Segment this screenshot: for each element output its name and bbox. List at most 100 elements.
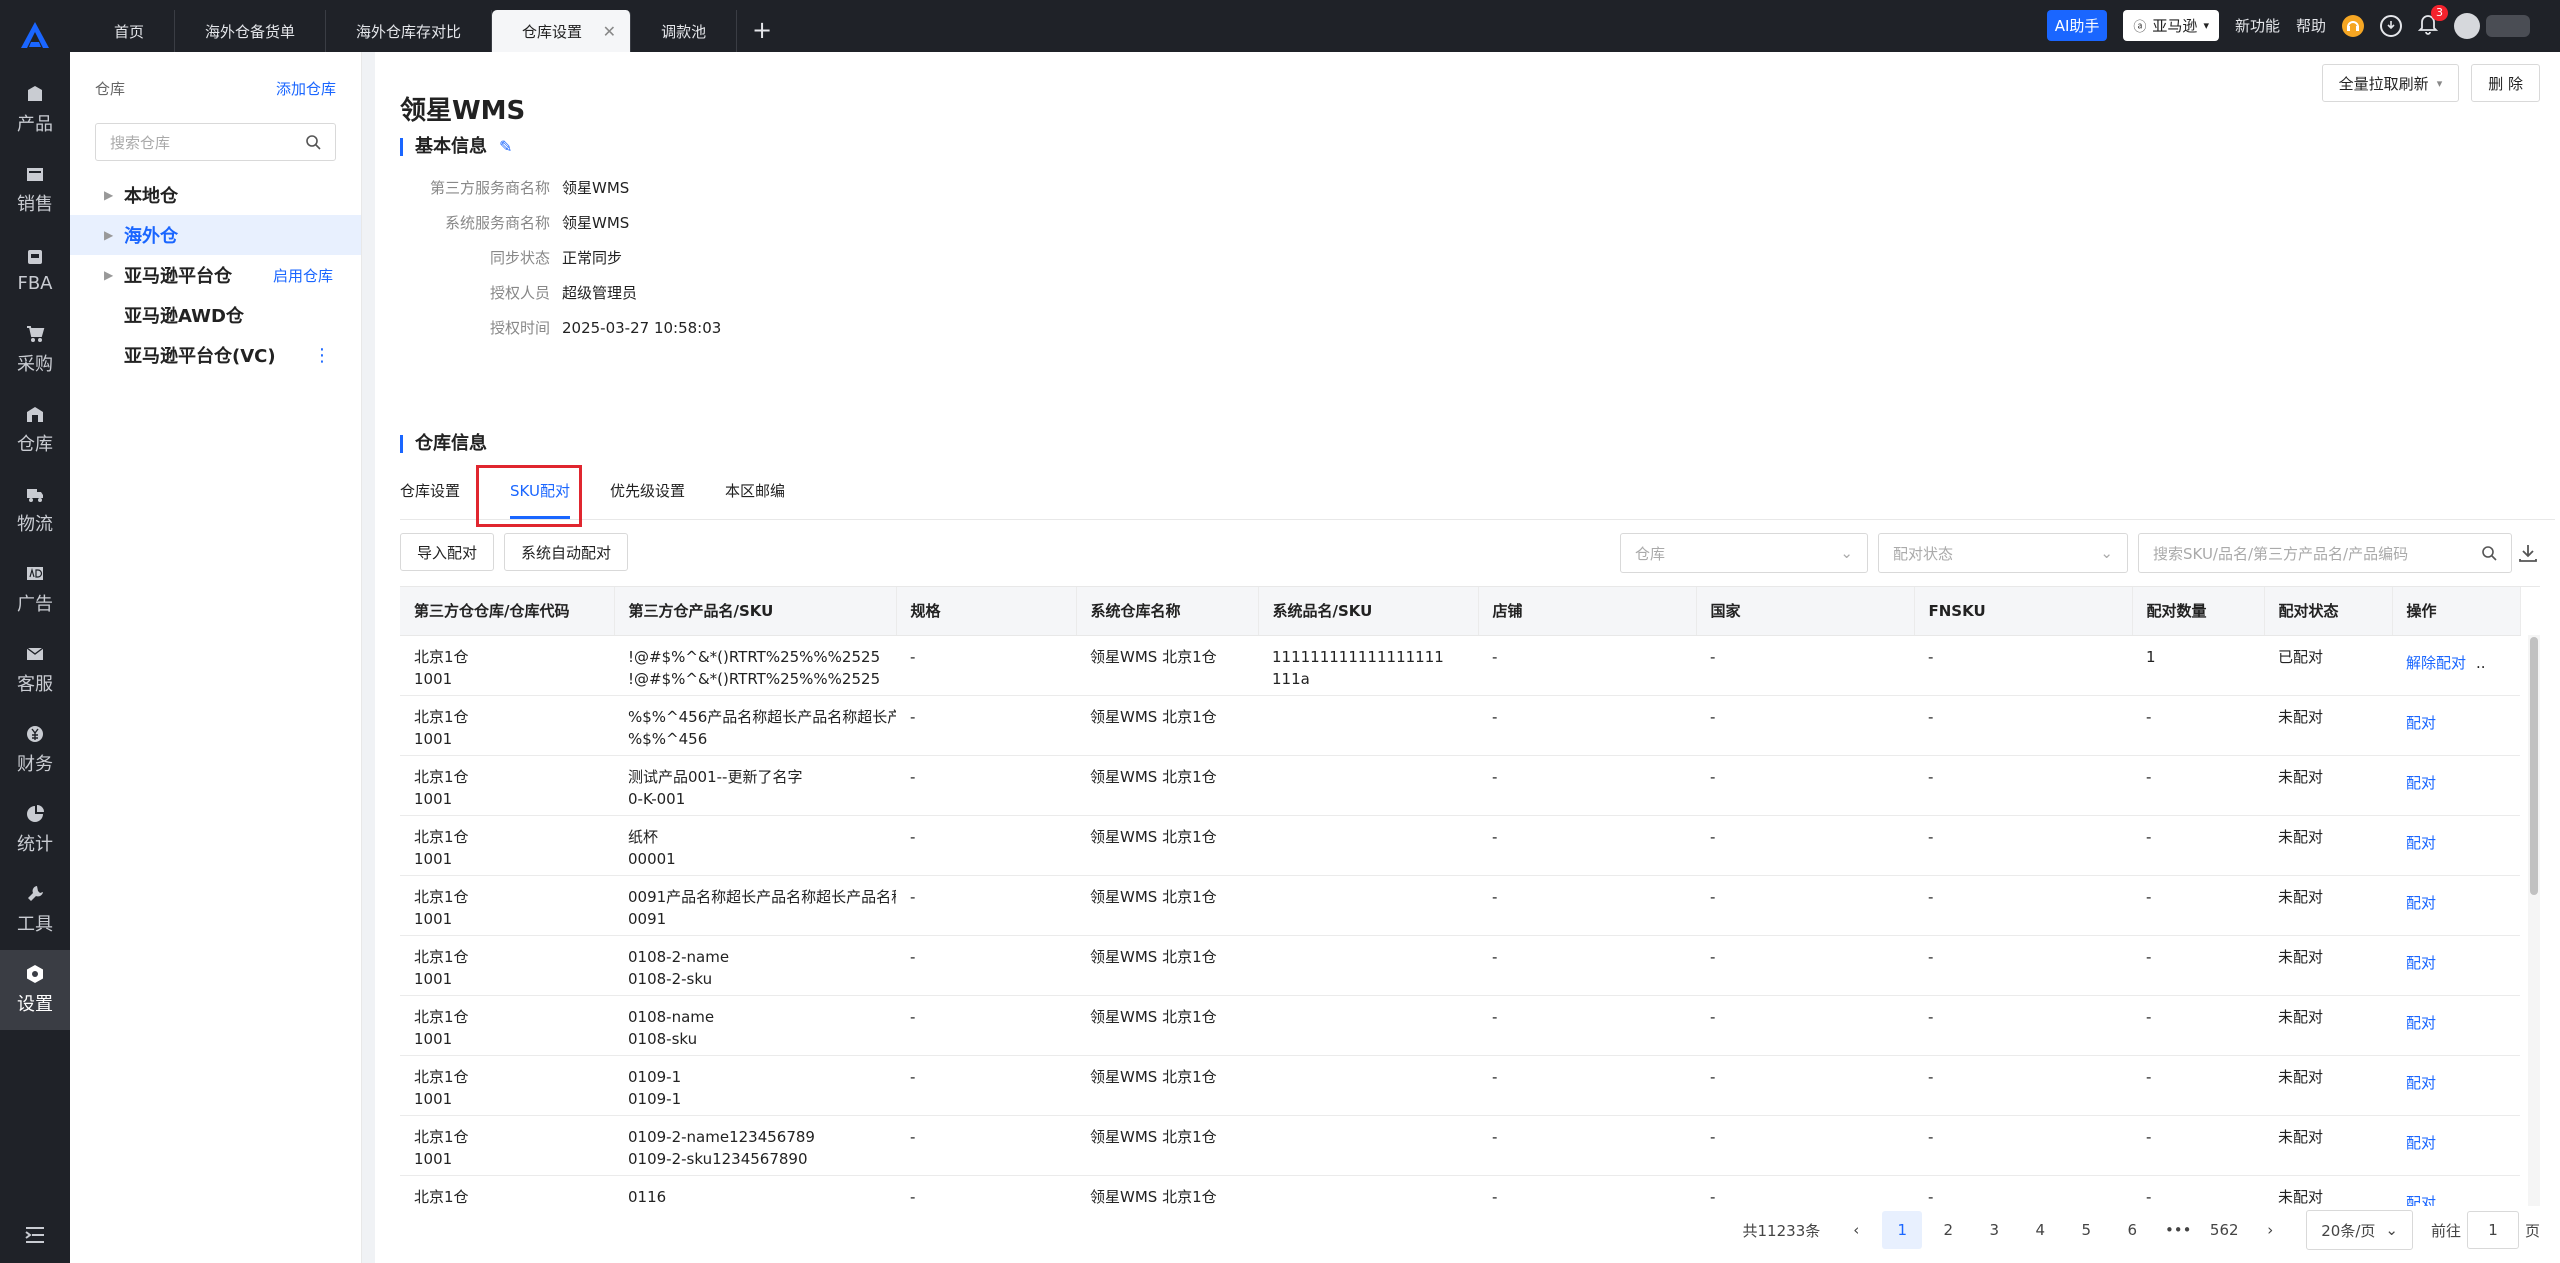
warehouse-filter-select[interactable]: 仓库 ⌄ bbox=[1620, 533, 1868, 573]
full-refresh-button[interactable]: 全量拉取刷新 ▾ bbox=[2321, 64, 2460, 102]
store-selector[interactable]: ⓐ 亚马逊 ▾ bbox=[2123, 10, 2219, 41]
tab-0[interactable]: 首页 bbox=[84, 10, 176, 52]
subtab-0[interactable]: 仓库设置 bbox=[400, 462, 460, 519]
app-logo[interactable] bbox=[0, 0, 70, 70]
pair-link[interactable]: 配对 bbox=[2406, 712, 2436, 734]
nav-item-truck[interactable]: 物流 bbox=[0, 470, 70, 550]
column-header[interactable]: 第三方仓仓库/仓库代码 bbox=[400, 587, 615, 636]
goto-page-input[interactable]: 1 bbox=[2466, 1211, 2519, 1249]
export-download-icon[interactable] bbox=[2516, 541, 2540, 565]
nav-item-tool[interactable]: 工具 bbox=[0, 870, 70, 950]
nav-item-sales[interactable]: 销售 bbox=[0, 150, 70, 230]
pair-link[interactable]: 配对 bbox=[2406, 1012, 2436, 1034]
page-button[interactable]: 5 bbox=[2066, 1211, 2106, 1249]
column-header[interactable]: 国家 bbox=[1696, 587, 1915, 636]
customer-service-icon[interactable] bbox=[2342, 14, 2364, 37]
pair-link[interactable]: 配对 bbox=[2406, 892, 2436, 914]
pair-link[interactable]: 配对 bbox=[2406, 952, 2436, 974]
next-page-button[interactable]: › bbox=[2250, 1211, 2290, 1249]
nav-item-warehouse[interactable]: 仓库 bbox=[0, 390, 70, 470]
table-row[interactable]: 北京1仓 1001 0091产品名称超长产品名称超长产品名称 0091 - 领星WMS 北… bbox=[400, 875, 2520, 936]
tab-1[interactable]: 海外仓备货单 bbox=[175, 10, 327, 52]
caret-right-icon[interactable]: ▶ bbox=[104, 228, 124, 242]
tab-3[interactable]: 仓库设置 ✕ bbox=[492, 10, 632, 52]
page-size-select[interactable]: 20条/页 ⌄ bbox=[2306, 1210, 2413, 1250]
status-filter-select[interactable]: 配对状态 ⌄ bbox=[1878, 533, 2128, 573]
help-link[interactable]: 帮助 bbox=[2296, 15, 2326, 36]
pair-link[interactable]: 配对 bbox=[2406, 1072, 2436, 1094]
caret-right-icon[interactable]: ▶ bbox=[104, 188, 124, 202]
table-row[interactable]: 北京1仓 1001 %$%^456产品名称超长产品名称超长产 %$%^456 - 领星WM… bbox=[400, 695, 2520, 756]
tree-item-1[interactable]: ▶ 海外仓 bbox=[70, 215, 361, 255]
tree-item-4[interactable]: 亚马逊平台仓(VC) ⋮ bbox=[70, 335, 361, 375]
nav-item-finance[interactable]: 财务 bbox=[0, 710, 70, 790]
table-row[interactable]: 北京1仓 1001 0108-name 0108-sku - 领星WMS 北京1仓 - - - -… bbox=[400, 995, 2520, 1056]
more-pages-ellipsis[interactable]: ••• bbox=[2158, 1211, 2198, 1249]
auto-pairing-button[interactable]: 系统自动配对 bbox=[504, 533, 629, 571]
add-tab-button[interactable]: + bbox=[737, 10, 787, 52]
column-header[interactable]: 系统仓库名称 bbox=[1076, 587, 1259, 636]
table-row[interactable]: 北京1仓 0116 - 领星WMS 北京1仓 - - - - 未配对 配对 bbox=[400, 1175, 2520, 1206]
prev-page-button[interactable]: ‹ bbox=[1836, 1211, 1876, 1249]
delete-button[interactable]: 删 除 bbox=[2471, 64, 2540, 102]
nav-item-ad[interactable]: 广告 bbox=[0, 550, 70, 630]
tab-2[interactable]: 海外仓库存对比 bbox=[326, 10, 493, 52]
pair-link[interactable]: 配对 bbox=[2406, 1192, 2436, 1207]
more-vertical-icon[interactable]: ⋮ bbox=[313, 345, 331, 366]
nav-item-mail[interactable]: 客服 bbox=[0, 630, 70, 710]
table-row[interactable]: 北京1仓 1001 !@#$%^&*()RTRT%25%%%2525 !@#$%^&*… bbox=[400, 635, 2520, 696]
import-pairing-button[interactable]: 导入配对 bbox=[400, 533, 495, 571]
warehouse-search-input[interactable]: 搜索仓库 bbox=[95, 123, 336, 161]
new-feature-link[interactable]: 新功能 bbox=[2235, 15, 2280, 36]
page-button[interactable]: 3 bbox=[1974, 1211, 2014, 1249]
tab-4[interactable]: 调款池 bbox=[631, 10, 738, 52]
notification-bell-icon[interactable]: 3 bbox=[2417, 4, 2448, 39]
more-actions[interactable]: .. bbox=[2476, 654, 2486, 672]
download-center-icon[interactable] bbox=[2380, 14, 2402, 37]
ai-assistant-button[interactable]: AI助手 bbox=[2046, 10, 2108, 41]
table-row[interactable]: 北京1仓 1001 测试产品001--更新了名字 0-K-001 - 领星WMS 北京1仓… bbox=[400, 755, 2520, 816]
column-header[interactable]: 第三方仓产品名/SKU bbox=[614, 587, 897, 636]
tree-item-0[interactable]: ▶ 本地仓 bbox=[70, 175, 361, 215]
column-header[interactable]: FNSKU bbox=[1914, 587, 2133, 636]
subtab-3[interactable]: 本区邮编 bbox=[725, 462, 785, 519]
column-header[interactable]: 店铺 bbox=[1478, 587, 1697, 636]
edit-pencil-icon[interactable]: ✎ bbox=[499, 138, 512, 156]
column-header[interactable]: 操作 bbox=[2392, 587, 2521, 636]
column-header[interactable]: 配对数量 bbox=[2132, 587, 2265, 636]
table-scrollbar[interactable] bbox=[2528, 635, 2540, 1206]
column-header[interactable]: 配对状态 bbox=[2264, 587, 2393, 636]
subtab-2[interactable]: 优先级设置 bbox=[610, 462, 685, 519]
table-row[interactable]: 北京1仓 1001 纸杯 00001 - 领星WMS 北京1仓 - - - - 未配对 配对 bbox=[400, 815, 2520, 876]
nav-item-pie-chart[interactable]: 统计 bbox=[0, 790, 70, 870]
table-search-input[interactable]: 搜索SKU/品名/第三方产品名/产品编码 bbox=[2138, 533, 2512, 573]
nav-item-settings[interactable]: 设置 bbox=[0, 950, 70, 1030]
caret-right-icon[interactable]: ▶ bbox=[104, 268, 124, 282]
page-button[interactable]: 2 bbox=[1928, 1211, 1968, 1249]
page-button[interactable]: 4 bbox=[2020, 1211, 2060, 1249]
table-row[interactable]: 北京1仓 1001 0108-2-name 0108-2-sku - 领星WMS 北京1仓… bbox=[400, 935, 2520, 996]
tree-item-2[interactable]: ▶ 亚马逊平台仓 启用仓库 bbox=[70, 255, 361, 295]
nav-item-cart[interactable]: 采购 bbox=[0, 310, 70, 390]
column-header[interactable]: 规格 bbox=[896, 587, 1077, 636]
page-button[interactable]: 6 bbox=[2112, 1211, 2152, 1249]
page-size-label: 20条/页 bbox=[2321, 1221, 2376, 1240]
enable-warehouse-link[interactable]: 启用仓库 bbox=[273, 265, 333, 286]
nav-item-fba[interactable]: FBA bbox=[0, 230, 70, 310]
user-menu[interactable] bbox=[2454, 12, 2530, 39]
pair-link[interactable]: 配对 bbox=[2406, 832, 2436, 854]
add-warehouse-link[interactable]: 添加仓库 bbox=[276, 78, 336, 99]
unpair-link[interactable]: 解除配对 bbox=[2406, 652, 2466, 674]
tree-item-3[interactable]: 亚马逊AWD仓 bbox=[70, 295, 361, 335]
nav-item-box[interactable]: 产品 bbox=[0, 70, 70, 150]
pair-link[interactable]: 配对 bbox=[2406, 772, 2436, 794]
column-header[interactable]: 系统品名/SKU bbox=[1258, 587, 1479, 636]
collapse-menu-icon[interactable] bbox=[0, 1225, 70, 1245]
pair-link[interactable]: 配对 bbox=[2406, 1132, 2436, 1154]
scrollbar-thumb[interactable] bbox=[2530, 637, 2538, 895]
table-row[interactable]: 北京1仓 1001 0109-1 0109-1 - 领星WMS 北京1仓 - - - - 未配对 配对 bbox=[400, 1055, 2520, 1116]
table-row[interactable]: 北京1仓 1001 0109-2-name123456789 0109-2-sku12… bbox=[400, 1115, 2520, 1176]
last-page-button[interactable]: 562 bbox=[2204, 1211, 2244, 1249]
page-button[interactable]: 1 bbox=[1882, 1211, 1923, 1249]
close-icon[interactable]: ✕ bbox=[603, 22, 616, 41]
